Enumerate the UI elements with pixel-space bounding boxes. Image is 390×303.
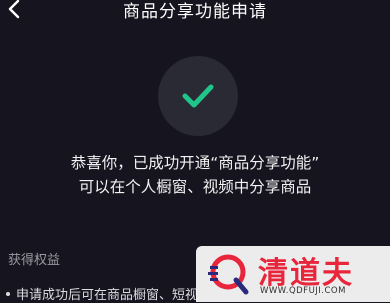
success-message-line2: 可以在个人橱窗、视频中分享商品 — [78, 178, 312, 196]
benefit-item-text: 申请成功后可在商品橱窗、短视 — [16, 288, 199, 303]
bullet-icon — [6, 291, 10, 296]
success-badge — [158, 56, 238, 136]
watermark-logo-icon — [208, 254, 249, 295]
header: 商品分享功能申请 — [0, 0, 390, 26]
success-message-line1: 恭喜你，已成功开通“商品分享功能” — [70, 154, 320, 172]
checkmark-icon — [182, 84, 214, 108]
benefit-list-item: 申请成功后可在商品橱窗、短视 — [6, 284, 198, 303]
watermark: 清道夫 WWW.QDFUJI.COM — [196, 246, 390, 302]
page-title: 商品分享功能申请 — [123, 2, 267, 22]
benefits-section-title: 获得权益 — [8, 253, 61, 268]
watermark-url: WWW.QDFUJI.COM — [260, 286, 346, 296]
